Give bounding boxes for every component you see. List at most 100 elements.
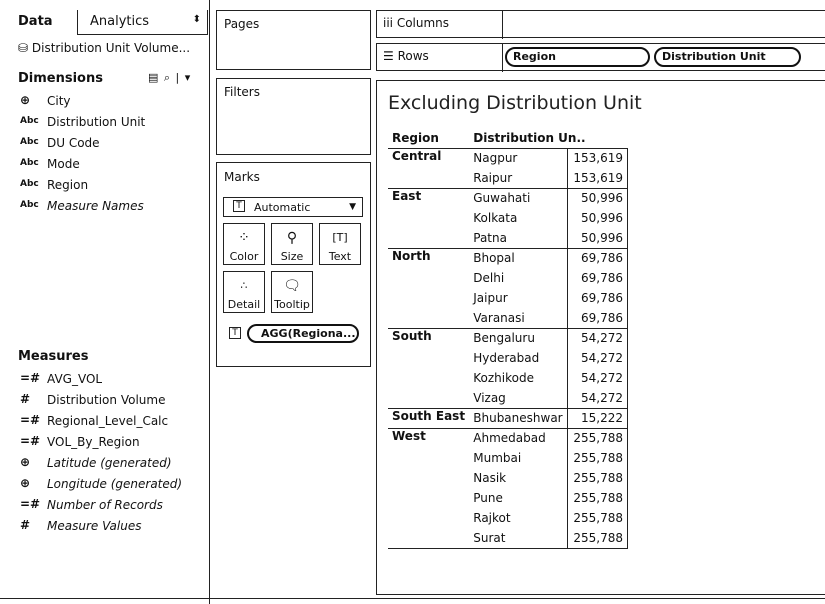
- header-region[interactable]: Region: [388, 128, 469, 148]
- value-cell[interactable]: 50,996: [566, 187, 629, 208]
- size-icon: ⚲: [286, 230, 298, 246]
- region-cell[interactable]: [388, 168, 470, 189]
- region-cell[interactable]: East: [388, 187, 470, 208]
- region-cell[interactable]: [388, 268, 469, 288]
- tooltip-icon: 🗨: [283, 278, 301, 294]
- value-cell[interactable]: 69,786: [566, 308, 629, 329]
- detail-button[interactable]: ∴ Detail: [223, 271, 265, 313]
- region-cell[interactable]: [388, 368, 469, 388]
- unit-cell[interactable]: Hyderabad: [469, 348, 567, 368]
- region-cell[interactable]: [388, 308, 470, 329]
- unit-cell[interactable]: Kozhikode: [469, 368, 567, 388]
- unit-cell[interactable]: Varanasi: [469, 308, 568, 329]
- measure-field[interactable]: =# Regional_Level_Calc: [0, 412, 208, 433]
- marks-field-pill[interactable]: AGG(Regiona...: [247, 324, 359, 343]
- unit-cell[interactable]: Ahmedabad: [469, 427, 568, 448]
- unit-cell[interactable]: Bhubaneshwar: [469, 407, 568, 429]
- value-cell[interactable]: 255,788: [566, 528, 629, 549]
- unit-cell[interactable]: Pune: [469, 488, 567, 508]
- dimension-field[interactable]: Abc Region: [0, 176, 208, 197]
- value-cell[interactable]: 255,788: [566, 508, 629, 528]
- region-cell[interactable]: [388, 348, 469, 368]
- tooltip-button[interactable]: 🗨 Tooltip: [271, 271, 313, 313]
- dimension-field[interactable]: ⊕ City: [0, 92, 208, 113]
- unit-cell[interactable]: Mumbai: [469, 448, 567, 468]
- value-cell[interactable]: 54,272: [566, 368, 629, 388]
- unit-cell[interactable]: Delhi: [469, 268, 567, 288]
- size-button[interactable]: ⚲ Size: [271, 223, 313, 265]
- region-cell[interactable]: Central: [388, 147, 470, 168]
- region-cell[interactable]: [388, 288, 469, 308]
- measure-field[interactable]: ⊕ Longitude (generated): [0, 475, 208, 496]
- text-button[interactable]: [T] Text: [319, 223, 361, 265]
- region-cell[interactable]: West: [388, 427, 470, 448]
- value-cell[interactable]: 69,786: [566, 288, 629, 308]
- unit-cell[interactable]: Jaipur: [469, 288, 567, 308]
- region-cell[interactable]: [388, 528, 470, 549]
- rows-pill-distribution-unit[interactable]: Distribution Unit: [654, 47, 801, 67]
- unit-cell[interactable]: Surat: [469, 528, 568, 549]
- value-cell[interactable]: 54,272: [566, 327, 629, 348]
- measure-field[interactable]: =# Number of Records: [0, 496, 208, 517]
- datasource-item[interactable]: ⛁ Distribution Unit Volume...: [18, 41, 208, 59]
- region-cell[interactable]: South East: [388, 407, 470, 429]
- value-cell[interactable]: 69,786: [566, 247, 629, 268]
- unit-cell[interactable]: Raipur: [469, 168, 568, 189]
- measure-field-name: Regional_Level_Calc: [47, 414, 169, 428]
- filters-shelf[interactable]: Filters: [216, 78, 371, 155]
- value-cell[interactable]: 54,272: [566, 388, 629, 409]
- value-cell[interactable]: 255,788: [566, 427, 629, 448]
- measure-field[interactable]: ⊕ Latitude (generated): [0, 454, 208, 475]
- value-cell[interactable]: 50,996: [566, 228, 629, 249]
- value-cell[interactable]: 54,272: [566, 348, 629, 368]
- measure-field[interactable]: =# AVG_VOL: [0, 370, 208, 391]
- unit-cell[interactable]: Patna: [469, 228, 568, 249]
- region-cell[interactable]: [388, 208, 469, 228]
- region-cell[interactable]: South: [388, 327, 470, 348]
- region-cell[interactable]: [388, 448, 469, 468]
- dimension-field[interactable]: Abc DU Code: [0, 134, 208, 155]
- rows-pill-region[interactable]: Region: [505, 47, 650, 67]
- mark-type-dropdown[interactable]: T Automatic ▼: [223, 197, 363, 217]
- measure-field[interactable]: # Measure Values: [0, 517, 208, 538]
- unit-cell[interactable]: Kolkata: [469, 208, 567, 228]
- value-cell[interactable]: 15,222: [566, 407, 629, 429]
- dimension-field[interactable]: Abc Measure Names: [0, 197, 208, 218]
- region-cell[interactable]: [388, 228, 470, 249]
- unit-cell[interactable]: Bengaluru: [469, 327, 568, 348]
- value-cell[interactable]: 255,788: [566, 448, 629, 468]
- value-cell[interactable]: 255,788: [566, 468, 629, 488]
- value-cell[interactable]: 153,619: [566, 147, 629, 168]
- table-row: Jaipur 69,786: [388, 288, 629, 308]
- dimensions-tools-icons[interactable]: ▤ ⌕ | ▾: [148, 71, 191, 85]
- region-cell[interactable]: [388, 388, 470, 409]
- measure-field[interactable]: =# VOL_By_Region: [0, 433, 208, 454]
- shelf-divider: [502, 44, 503, 72]
- color-button[interactable]: ⁘ Color: [223, 223, 265, 265]
- unit-cell[interactable]: Bhopal: [469, 247, 568, 268]
- value-cell[interactable]: 69,786: [566, 268, 629, 288]
- dimension-field[interactable]: Abc Distribution Unit: [0, 113, 208, 134]
- header-distribution-unit[interactable]: Distribution Un..: [469, 128, 627, 148]
- value-cell[interactable]: 153,619: [566, 168, 629, 189]
- unit-cell[interactable]: Guwahati: [469, 187, 568, 208]
- measure-field[interactable]: # Distribution Volume: [0, 391, 208, 412]
- value-cell[interactable]: 255,788: [566, 488, 629, 508]
- region-cell[interactable]: North: [388, 247, 470, 268]
- tab-analytics[interactable]: Analytics ⬍: [77, 10, 208, 35]
- region-cell[interactable]: [388, 488, 469, 508]
- region-cell[interactable]: [388, 468, 469, 488]
- tab-data[interactable]: Data: [0, 10, 77, 35]
- dimension-field[interactable]: Abc Mode: [0, 155, 208, 176]
- string-type-icon: Abc: [20, 116, 39, 126]
- unit-cell[interactable]: Nagpur: [469, 147, 568, 168]
- unit-cell[interactable]: Nasik: [469, 468, 567, 488]
- measure-field-name: Distribution Volume: [47, 393, 166, 407]
- columns-shelf[interactable]: iii Columns: [376, 10, 825, 39]
- unit-cell[interactable]: Vizag: [469, 388, 568, 409]
- unit-cell[interactable]: Rajkot: [469, 508, 567, 528]
- pages-shelf[interactable]: Pages: [216, 10, 371, 70]
- dimension-field-name: Mode: [47, 157, 80, 171]
- region-cell[interactable]: [388, 508, 469, 528]
- value-cell[interactable]: 50,996: [566, 208, 629, 228]
